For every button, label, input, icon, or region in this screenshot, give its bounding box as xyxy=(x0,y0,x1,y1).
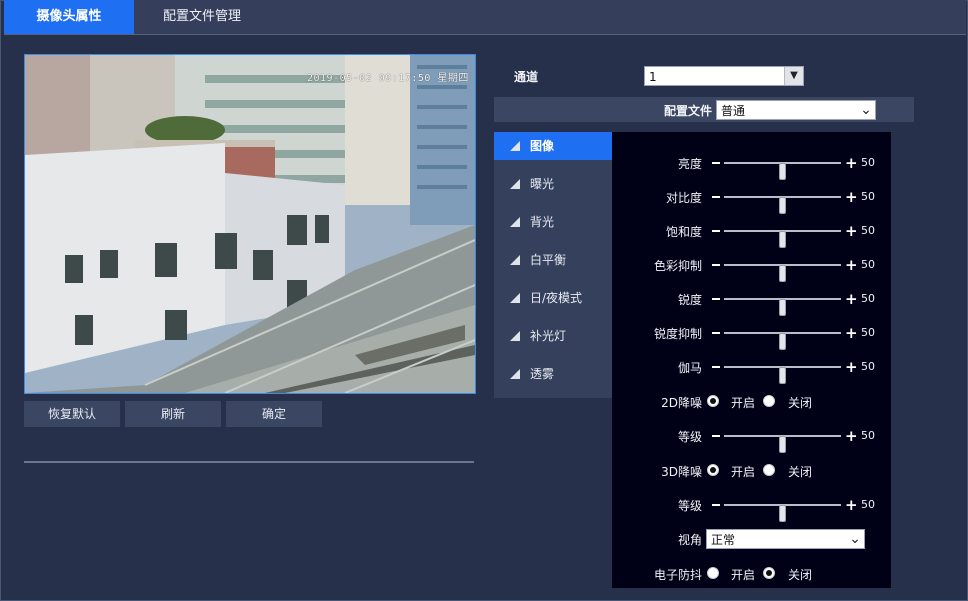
slider-track[interactable] xyxy=(724,162,841,180)
triangle-icon xyxy=(510,217,520,227)
slider-track[interactable] xyxy=(724,196,841,214)
nav-item-image[interactable]: 图像 xyxy=(494,132,612,160)
slider-track[interactable] xyxy=(724,230,841,248)
radio-eis-on[interactable] xyxy=(707,567,719,579)
plus-icon[interactable]: + xyxy=(845,292,858,307)
nav-item-fill-light[interactable]: 补光灯 xyxy=(494,322,612,350)
chevron-down-icon: ▼ xyxy=(784,67,803,85)
chevron-down-icon: ⌄ xyxy=(849,531,861,547)
slider-row-chroma-suppress: 色彩抑制 + 50 xyxy=(612,255,891,282)
settings-nav: 图像 曝光 背光 白平衡 日/夜模式 补光灯 透雾 xyxy=(494,132,612,398)
profile-label: 配置文件 xyxy=(664,104,713,118)
plus-icon[interactable]: + xyxy=(845,360,858,375)
radio-2d-nr-on[interactable] xyxy=(707,395,719,407)
restore-default-button[interactable]: 恢复默认 xyxy=(24,401,120,427)
channel-label: 通道 xyxy=(514,70,539,84)
slider-thumb[interactable] xyxy=(778,367,786,384)
radio-row-3d-nr: 3D降噪 开启 关闭 xyxy=(661,464,813,479)
tab-camera-properties[interactable]: 摄像头属性 xyxy=(4,0,134,34)
slider-thumb[interactable] xyxy=(778,197,786,214)
radio-3d-nr-on[interactable] xyxy=(707,464,719,476)
radio-eis-off[interactable] xyxy=(763,567,775,579)
minus-icon[interactable] xyxy=(712,504,720,506)
radio-2d-nr-off[interactable] xyxy=(763,395,775,407)
plus-icon[interactable]: + xyxy=(845,190,858,205)
minus-icon[interactable] xyxy=(712,298,720,300)
video-preview: 2019-05-02 09:17:50 星期四 xyxy=(24,54,476,394)
nav-item-backlight[interactable]: 背光 xyxy=(494,208,612,236)
slider-row-sharp-suppress: 锐度抑制 + 50 xyxy=(612,323,891,350)
view-select[interactable]: 正常 ⌄ xyxy=(706,529,865,549)
slider-row-2d-nr-level: 等级 + 50 xyxy=(612,426,891,453)
divider xyxy=(24,461,474,463)
view-row: 视角 正常 ⌄ xyxy=(612,529,891,549)
view-select-value: 正常 xyxy=(711,533,736,547)
minus-icon[interactable] xyxy=(712,366,720,368)
slider-thumb[interactable] xyxy=(778,265,786,282)
triangle-icon xyxy=(510,331,520,341)
minus-icon[interactable] xyxy=(712,230,720,232)
triangle-icon xyxy=(510,255,520,265)
radio-row-eis: 电子防抖 开启 关闭 xyxy=(653,567,813,582)
slider-thumb[interactable] xyxy=(778,299,786,316)
slider-thumb[interactable] xyxy=(778,505,786,522)
nav-item-defog[interactable]: 透雾 xyxy=(494,360,612,388)
slider-row-gamma: 伽马 + 50 xyxy=(612,357,891,384)
plus-icon[interactable]: + xyxy=(845,156,858,171)
minus-icon[interactable] xyxy=(712,435,720,437)
radio-3d-nr-off[interactable] xyxy=(763,464,775,476)
slider-thumb[interactable] xyxy=(778,333,786,350)
triangle-icon xyxy=(510,293,520,303)
triangle-icon xyxy=(510,369,520,379)
chevron-down-icon: ⌄ xyxy=(860,102,872,118)
minus-icon[interactable] xyxy=(712,264,720,266)
channel-select[interactable]: 1 ▼ xyxy=(644,66,804,86)
minus-icon[interactable] xyxy=(712,196,720,198)
triangle-icon xyxy=(510,141,520,151)
tab-bar: 摄像头属性 配置文件管理 xyxy=(4,0,966,35)
triangle-icon xyxy=(510,179,520,189)
slider-track[interactable] xyxy=(724,366,841,384)
slider-thumb[interactable] xyxy=(778,163,786,180)
nav-item-white-balance[interactable]: 白平衡 xyxy=(494,246,612,274)
slider-row-3d-nr-level: 等级 + 50 xyxy=(612,495,891,522)
radio-row-2d-nr: 2D降噪 开启 关闭 xyxy=(661,395,813,410)
slider-thumb[interactable] xyxy=(778,436,786,453)
profile-select[interactable]: 普通 ⌄ xyxy=(716,100,876,120)
slider-track[interactable] xyxy=(724,435,841,453)
slider-row-brightness: 亮度 + 50 xyxy=(612,153,891,180)
plus-icon[interactable]: + xyxy=(845,498,858,513)
slider-thumb[interactable] xyxy=(778,231,786,248)
channel-select-value: 1 xyxy=(649,70,657,84)
slider-track[interactable] xyxy=(724,298,841,316)
minus-icon[interactable] xyxy=(712,332,720,334)
nav-item-exposure[interactable]: 曝光 xyxy=(494,170,612,198)
image-settings-panel: 亮度 + 50 对比度 + 50 饱和度 + 50 色彩抑制 + 50 锐度 +… xyxy=(612,132,891,588)
camera-scene-image xyxy=(25,55,475,393)
slider-track[interactable] xyxy=(724,264,841,282)
slider-track[interactable] xyxy=(724,332,841,350)
plus-icon[interactable]: + xyxy=(845,224,858,239)
nav-item-day-night[interactable]: 日/夜模式 xyxy=(494,284,612,312)
refresh-button[interactable]: 刷新 xyxy=(125,401,221,427)
plus-icon[interactable]: + xyxy=(845,429,858,444)
slider-row-saturation: 饱和度 + 50 xyxy=(612,221,891,248)
slider-row-sharpness: 锐度 + 50 xyxy=(612,289,891,316)
slider-track[interactable] xyxy=(724,504,841,522)
profile-select-value: 普通 xyxy=(721,104,746,118)
slider-row-contrast: 对比度 + 50 xyxy=(612,187,891,214)
plus-icon[interactable]: + xyxy=(845,326,858,341)
confirm-button[interactable]: 确定 xyxy=(226,401,322,427)
plus-icon[interactable]: + xyxy=(845,258,858,273)
tab-profile-management[interactable]: 配置文件管理 xyxy=(136,0,268,34)
video-timestamp: 2019-05-02 09:17:50 星期四 xyxy=(307,73,469,84)
minus-icon[interactable] xyxy=(712,162,720,164)
